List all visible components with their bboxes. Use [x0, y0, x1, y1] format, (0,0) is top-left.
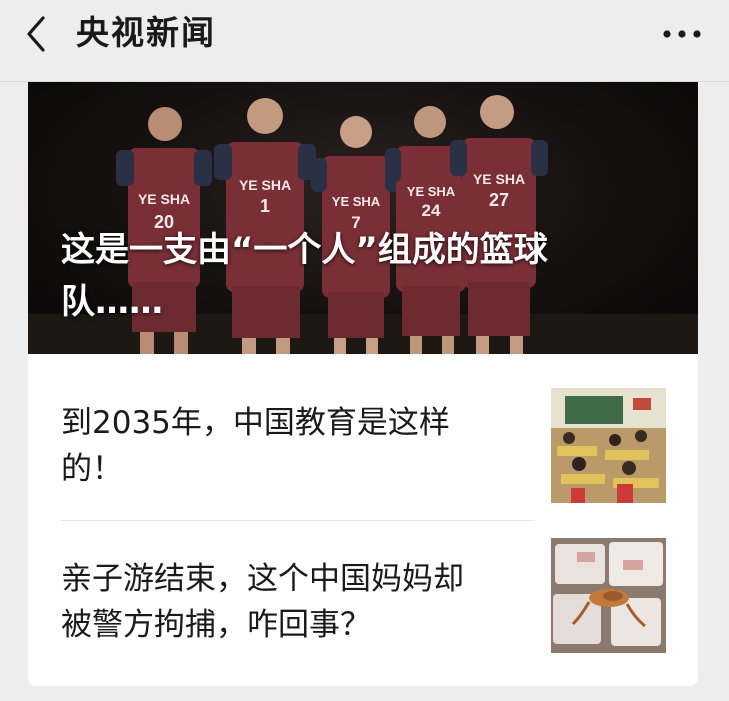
article-title-line: 被警方拘捕，咋回事？: [61, 607, 371, 643]
hero-title-line: 队……: [61, 282, 163, 322]
jersey-number: 1: [260, 196, 270, 216]
jersey-text: YE SHA: [138, 191, 190, 207]
more-dots-icon: [663, 30, 701, 38]
jersey-text: YE SHA: [473, 171, 525, 187]
jersey-text: YE SHA: [407, 184, 456, 199]
jersey-number: 24: [422, 201, 441, 220]
article-title-line: 到2035年，中国教育是这样: [61, 405, 450, 441]
hero-title-line: 这是一支由“一个人”组成的篮球: [61, 230, 548, 270]
classroom-photo: [551, 388, 666, 503]
jersey-text: YE SHA: [239, 177, 291, 193]
jersey-text: YE SHA: [332, 194, 381, 209]
article-title: 到2035年，中国教育是这样 的！: [61, 400, 521, 492]
article-title-line: 亲子游结束，这个中国妈妈却: [61, 561, 464, 597]
article-thumbnail: [551, 538, 666, 653]
article-item[interactable]: 到2035年，中国教育是这样 的！: [28, 354, 698, 520]
article-title: 亲子游结束，这个中国妈妈却 被警方拘捕，咋回事？: [61, 556, 521, 648]
more-button[interactable]: [657, 14, 707, 54]
article-title-line: 的！: [61, 451, 123, 487]
hero-title: 这是一支由“一个人”组成的篮球 队……: [61, 224, 661, 328]
article-thumbnail: [551, 388, 666, 503]
chevron-left-icon: [27, 16, 45, 52]
back-button[interactable]: [14, 12, 58, 56]
article-card: YE SHA 20 YE SHA 1 YE SHA 7 YE SHA 24 YE…: [28, 82, 698, 686]
jersey-number: 27: [489, 190, 509, 210]
top-bar: 央视新闻: [0, 0, 729, 82]
account-title: 央视新闻: [76, 13, 216, 52]
article-item[interactable]: 亲子游结束，这个中国妈妈却 被警方拘捕，咋回事？: [28, 520, 698, 686]
hero-article[interactable]: YE SHA 20 YE SHA 1 YE SHA 7 YE SHA 24 YE…: [28, 82, 698, 354]
evidence-photo: [551, 538, 666, 653]
